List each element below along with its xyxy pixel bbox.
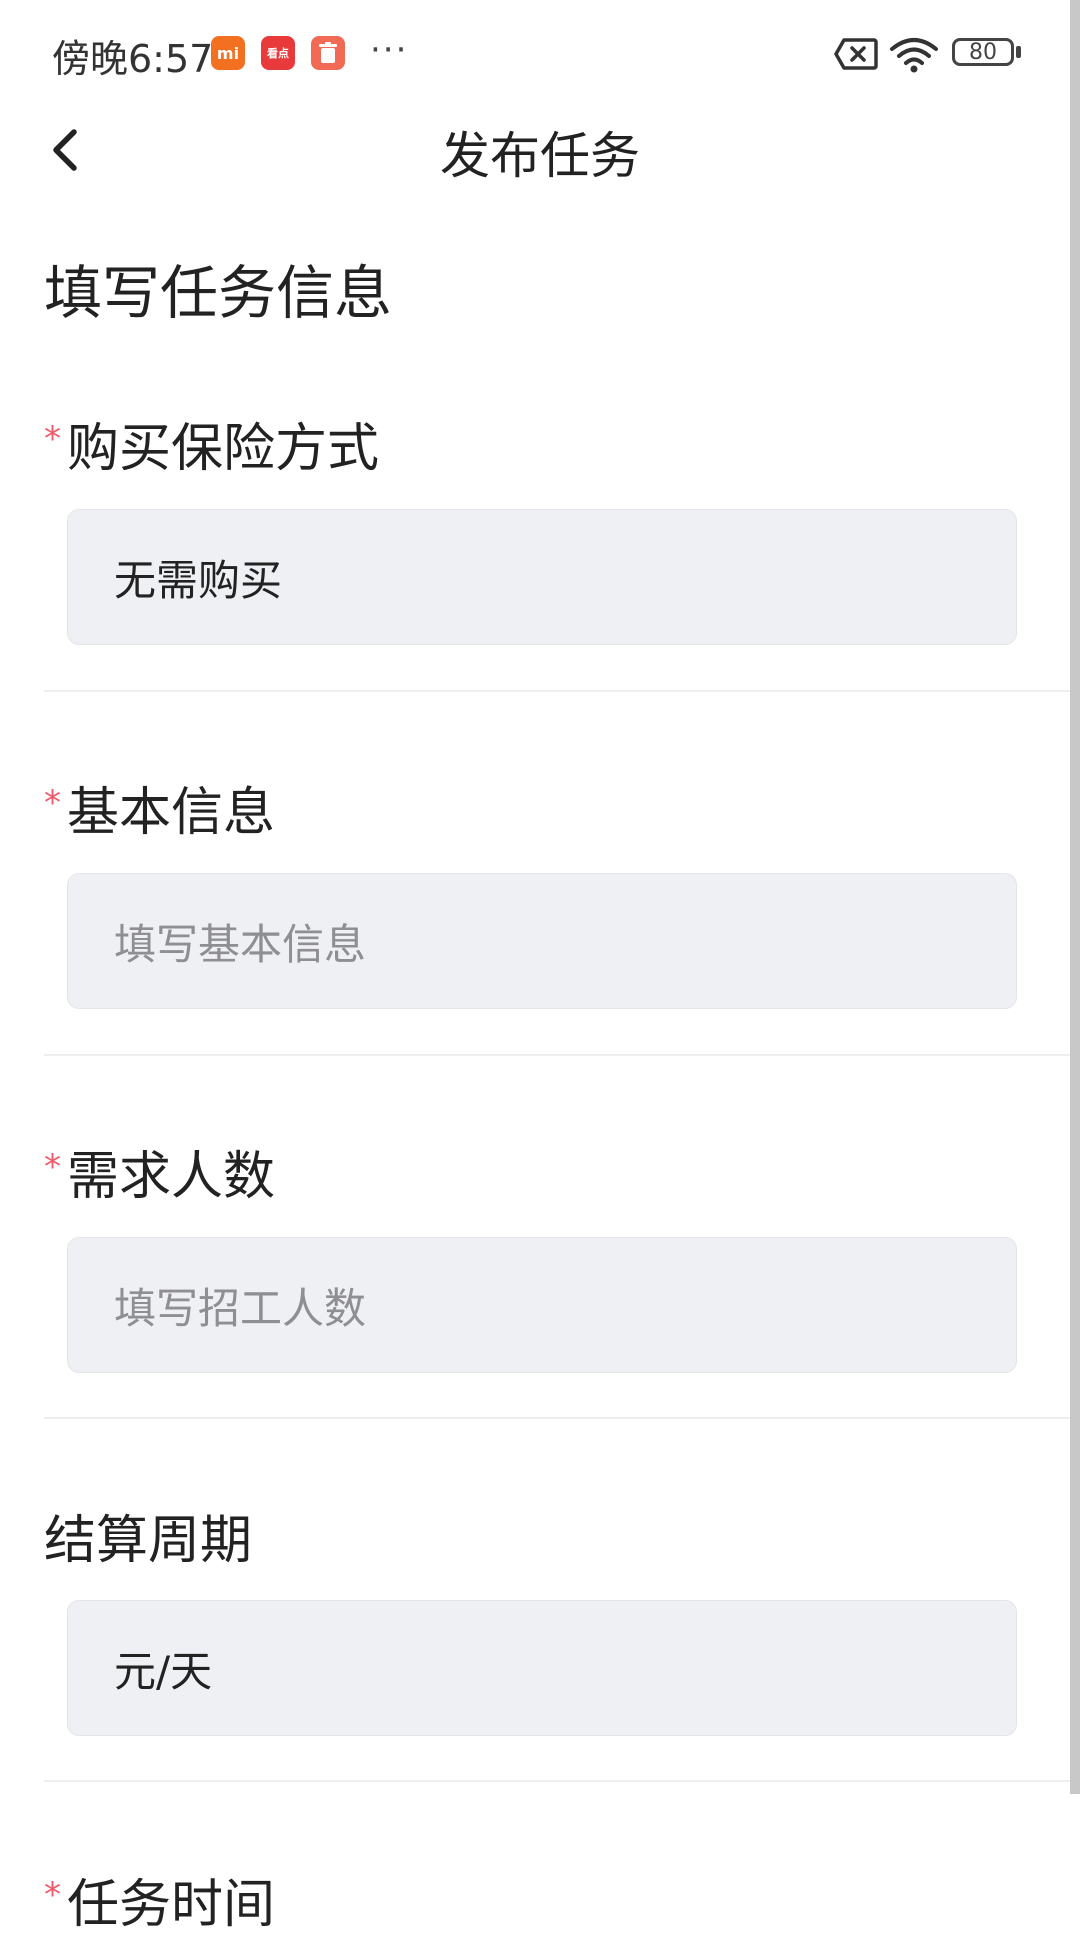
no-sim-icon <box>834 38 878 70</box>
insurance-select[interactable]: 无需购买 <box>67 509 1017 645</box>
divider <box>44 690 1080 692</box>
insurance-label: * 购买保险方式 <box>44 406 379 481</box>
page-title: 发布任务 <box>440 127 640 185</box>
divider <box>44 1054 1080 1056</box>
insurance-value: 无需购买 <box>114 555 283 605</box>
wifi-icon <box>890 38 938 73</box>
settlement-label: 结算周期 <box>44 1511 253 1571</box>
section-title: 填写任务信息 <box>44 259 393 327</box>
more-notifications-icon: ··· <box>370 30 409 70</box>
basic-info-placeholder: 填写基本信息 <box>114 919 367 969</box>
settlement-select[interactable]: 元/天 <box>67 1600 1017 1736</box>
basic-info-label: * 基本信息 <box>44 770 275 845</box>
basic-info-label-text: 基本信息 <box>67 783 276 843</box>
headcount-label-text: 需求人数 <box>67 1147 276 1207</box>
settlement-value: 元/天 <box>114 1646 213 1696</box>
required-mark: * <box>44 1147 61 1187</box>
status-bar: 傍晚6:57 mi 看点 ··· 80 <box>0 0 1080 106</box>
battery-tip <box>1016 46 1021 58</box>
headcount-placeholder: 填写招工人数 <box>114 1283 367 1333</box>
required-mark: * <box>44 783 61 823</box>
trash-icon <box>311 36 345 70</box>
task-time-label-text: 任务时间 <box>67 1875 276 1935</box>
headcount-field[interactable]: 填写招工人数 <box>67 1237 1017 1373</box>
insurance-label-text: 购买保险方式 <box>67 419 380 479</box>
task-time-label: * 任务时间 <box>44 1862 275 1937</box>
mi-icon: mi <box>211 36 245 70</box>
kandian-icon: 看点 <box>261 36 295 70</box>
scrollbar[interactable] <box>1070 0 1080 1794</box>
battery-icon: 80 <box>952 38 1014 66</box>
required-mark: * <box>44 1875 61 1915</box>
divider <box>44 1417 1080 1419</box>
required-mark: * <box>44 419 61 459</box>
headcount-label: * 需求人数 <box>44 1134 275 1209</box>
status-time: 傍晚6:57 <box>52 37 214 81</box>
basic-info-field[interactable]: 填写基本信息 <box>67 873 1017 1009</box>
divider <box>44 1780 1080 1782</box>
